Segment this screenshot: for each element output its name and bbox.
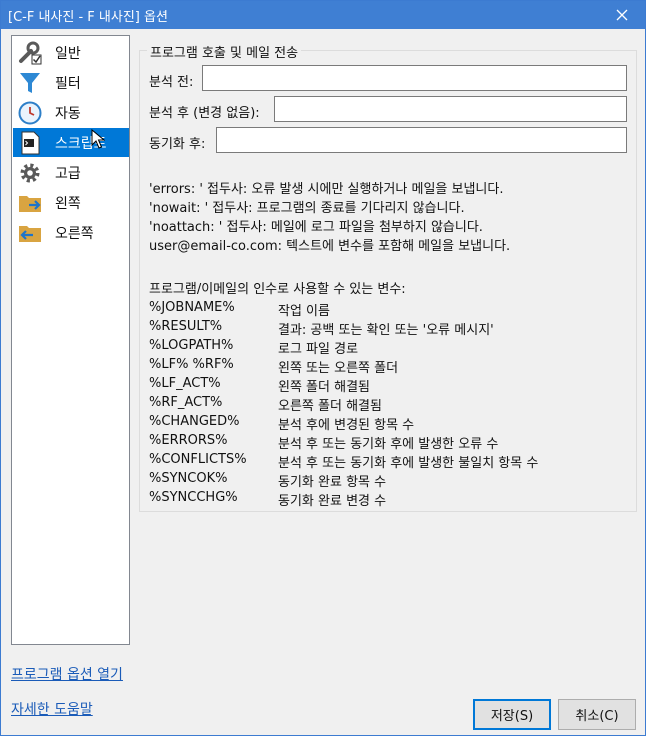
variable-desc: 동기화 완료 변경 수 [278, 494, 387, 509]
variables-heading: 프로그램/이메일의 인수로 사용할 수 있는 변수: [149, 282, 406, 297]
variable-name: %ERRORS% [149, 433, 228, 448]
funnel-icon [16, 70, 44, 96]
clock-icon [16, 100, 44, 126]
variable-desc: 로그 파일 경로 [278, 342, 359, 357]
sidebar-item-label: 왼쪽 [55, 195, 81, 212]
sidebar-item-label: 필터 [55, 75, 81, 92]
sidebar-item-label: 오른쪽 [55, 225, 94, 242]
script-document-icon [16, 130, 44, 156]
sidebar-item-left[interactable]: 왼쪽 [13, 188, 129, 217]
variable-name: %LF_ACT% [149, 376, 221, 391]
help-line: 'nowait: ' 접두사: 프로그램의 종료를 기다리지 않습니다. [149, 201, 465, 216]
window-title: [C-F 내사진 - F 내사진] 옵션 [8, 10, 168, 25]
variable-desc: 오른쪽 폴더 해결됨 [278, 399, 382, 414]
variable-desc: 결과: 공백 또는 확인 또는 '오류 메시지' [278, 323, 494, 338]
sidebar: 일반 필터 자동 스크립트 고급 왼쪽 오른쪽 [11, 35, 130, 645]
open-program-options-link[interactable]: 프로그램 옵션 열기 [11, 664, 123, 684]
variable-desc: 왼쪽 또는 오른쪽 폴더 [278, 361, 399, 376]
detailed-help-link[interactable]: 자세한 도움말 [11, 699, 93, 719]
sidebar-item-automatic[interactable]: 자동 [13, 98, 129, 127]
cancel-button[interactable]: 취소(C) [558, 699, 636, 730]
sidebar-item-advanced[interactable]: 고급 [13, 158, 129, 187]
variable-name: %CHANGED% [149, 414, 240, 429]
group-title: 프로그램 호출 및 메일 전송 [147, 42, 302, 61]
wrench-check-icon [16, 40, 44, 66]
mouse-pointer-icon [91, 129, 105, 149]
folder-left-arrow-icon [16, 220, 44, 246]
variable-desc: 분석 후 또는 동기화 후에 발생한 불일치 항목 수 [278, 456, 539, 471]
folder-right-arrow-icon [16, 190, 44, 216]
variable-name: %SYNCOK% [149, 471, 228, 486]
options-window: [C-F 내사진 - F 내사진] 옵션 일반 필터 자동 스크립트 고급 왼쪽… [0, 0, 646, 736]
before-analysis-label: 분석 전: [149, 75, 194, 90]
before-analysis-input[interactable] [202, 65, 627, 91]
sidebar-item-label: 자동 [55, 105, 81, 122]
gear-icon [16, 160, 44, 186]
variable-desc: 동기화 완료 항목 수 [278, 475, 387, 490]
variable-name: %RESULT% [149, 319, 223, 334]
help-line: user@email-co.com: 텍스트에 변수를 포함해 메일을 보냅니다… [149, 239, 511, 254]
help-line: 'errors: ' 접두사: 오류 발생 시에만 실행하거나 메일을 보냅니다… [149, 182, 504, 197]
variable-desc: 왼쪽 폴더 해결됨 [278, 380, 370, 395]
variable-desc: 분석 후에 변경된 항목 수 [278, 418, 415, 433]
after-sync-label: 동기화 후: [149, 137, 206, 152]
after-analysis-input[interactable] [274, 96, 627, 122]
variable-name: %JOBNAME% [149, 300, 235, 315]
sidebar-item-script[interactable]: 스크립트 [13, 128, 129, 157]
sidebar-item-filter[interactable]: 필터 [13, 68, 129, 97]
save-button[interactable]: 저장(S) [473, 699, 551, 730]
after-sync-input[interactable] [216, 127, 627, 153]
variable-name: %LOGPATH% [149, 338, 234, 353]
close-icon[interactable] [599, 1, 645, 29]
variable-name: %LF% %RF% [149, 357, 234, 372]
variable-desc: 분석 후 또는 동기화 후에 발생한 오류 수 [278, 437, 499, 452]
sidebar-item-right[interactable]: 오른쪽 [13, 218, 129, 247]
variable-name: %CONFLICTS% [149, 452, 247, 467]
help-line: 'noattach: ' 접두사: 메일에 로그 파일을 첨부하지 않습니다. [149, 220, 483, 235]
variable-desc: 작업 이름 [278, 304, 330, 319]
sidebar-item-label: 일반 [55, 45, 81, 62]
title-bar[interactable]: [C-F 내사진 - F 내사진] 옵션 [1, 1, 645, 29]
sidebar-item-general[interactable]: 일반 [13, 38, 129, 67]
variable-name: %RF_ACT% [149, 395, 223, 410]
after-analysis-label: 분석 후 (변경 없음): [149, 106, 260, 121]
variable-name: %SYNCCHG% [149, 490, 238, 505]
sidebar-item-label: 고급 [55, 165, 81, 182]
